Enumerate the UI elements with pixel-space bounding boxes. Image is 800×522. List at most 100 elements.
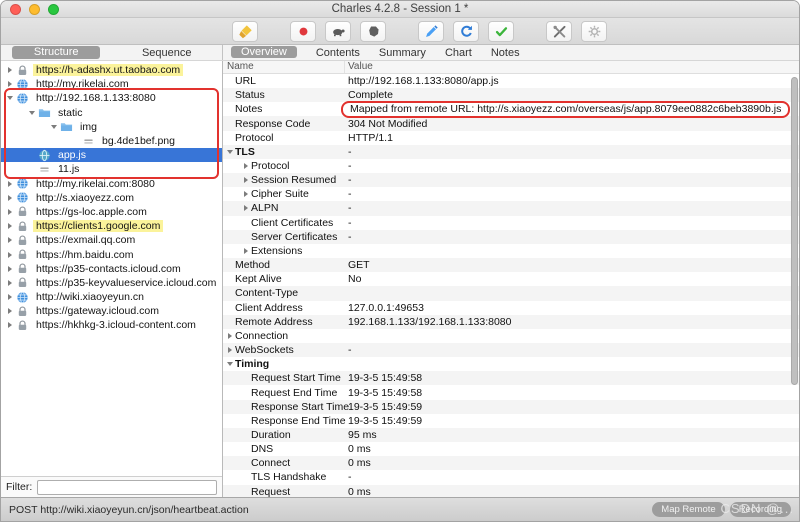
chevron-right-icon[interactable]	[5, 67, 15, 73]
chevron-right-icon[interactable]	[241, 248, 251, 254]
tree-item-https-clients1-google-com[interactable]: https://clients1.google.com	[1, 219, 222, 233]
row-name: Remote Address	[223, 316, 345, 328]
tab-notes[interactable]: Notes	[491, 47, 520, 59]
chevron-right-icon[interactable]	[241, 163, 251, 169]
overview-panel: Name Value URLhttp://192.168.1.133:8080/…	[223, 61, 799, 497]
validate-button[interactable]	[488, 21, 514, 42]
close-button[interactable]	[10, 4, 21, 15]
tab-contents[interactable]: Contents	[316, 47, 360, 59]
row-value: -	[345, 471, 799, 483]
chevron-right-icon[interactable]	[5, 81, 15, 87]
chevron-right-icon[interactable]	[241, 205, 251, 211]
chevron-down-icon[interactable]	[27, 111, 37, 115]
clear-session-button[interactable]	[232, 21, 258, 42]
chevron-right-icon[interactable]	[225, 347, 235, 353]
overview-row-alpn[interactable]: ALPN-	[223, 201, 799, 215]
chevron-down-icon[interactable]	[225, 150, 235, 154]
chevron-right-icon[interactable]	[5, 181, 15, 187]
chevron-right-icon[interactable]	[5, 308, 15, 314]
tree-item-https-p35-keyvalueservice-icloud-com[interactable]: https://p35-keyvalueservice.icloud.com	[1, 276, 222, 290]
minimize-button[interactable]	[29, 4, 40, 15]
overview-row-cipher-suite[interactable]: Cipher Suite-	[223, 187, 799, 201]
row-value: -	[345, 344, 799, 356]
row-name: Status	[223, 89, 345, 101]
chevron-right-icon[interactable]	[241, 177, 251, 183]
chevron-right-icon[interactable]	[5, 280, 15, 286]
zoom-button[interactable]	[48, 4, 59, 15]
tree-item-http-my-rikelai-com[interactable]: http://my.rikelai.com	[1, 77, 222, 91]
tab-chart[interactable]: Chart	[445, 47, 472, 59]
breakpoints-button[interactable]	[360, 21, 386, 42]
folder-icon	[60, 120, 73, 133]
tree-item-http-192-168-1-133-8080[interactable]: http://192.168.1.133:8080	[1, 91, 222, 105]
tab-overview[interactable]: Overview	[231, 46, 297, 59]
settings-button[interactable]	[581, 21, 607, 42]
overview-row-extensions[interactable]: Extensions	[223, 244, 799, 258]
row-name: Notes	[223, 103, 345, 115]
lock-icon	[16, 305, 29, 318]
overview-row-dns: DNS0 ms	[223, 442, 799, 456]
tab-sequence[interactable]: Sequence	[112, 45, 223, 60]
chevron-right-icon[interactable]	[5, 294, 15, 300]
overview-row-protocol[interactable]: Protocol-	[223, 159, 799, 173]
repeat-icon	[459, 24, 474, 39]
folder-icon	[38, 106, 51, 119]
tab-summary[interactable]: Summary	[379, 47, 426, 59]
tree-item-https-gs-loc-apple-com[interactable]: https://gs-loc.apple.com	[1, 205, 222, 219]
chevron-right-icon[interactable]	[225, 333, 235, 339]
tree-item-app-js[interactable]: app.js	[1, 148, 222, 162]
chevron-down-icon[interactable]	[225, 362, 235, 366]
tree-item-https-h-adashx-ut-taobao-com[interactable]: https://h-adashx.ut.taobao.com	[1, 63, 222, 77]
row-value: -	[345, 160, 799, 172]
tree-item-static[interactable]: static	[1, 106, 222, 120]
overview-row-session-resumed[interactable]: Session Resumed-	[223, 173, 799, 187]
overview-row-tls[interactable]: TLS-	[223, 145, 799, 159]
chevron-down-icon[interactable]	[49, 125, 59, 129]
tree-item-http-wiki-xiaoyeyun-cn[interactable]: http://wiki.xiaoyeyun.cn	[1, 290, 222, 304]
chevron-right-icon[interactable]	[5, 195, 15, 201]
tree-item-http-s-xiaoyezz-com[interactable]: http://s.xiaoyezz.com	[1, 191, 222, 205]
tree-item-http-my-rikelai-com-8080[interactable]: http://my.rikelai.com:8080	[1, 177, 222, 191]
chevron-down-icon[interactable]	[5, 96, 15, 100]
overview-row-timing[interactable]: Timing	[223, 357, 799, 371]
row-name: Method	[223, 259, 345, 271]
globe-icon	[16, 92, 29, 105]
tree-item-https-p35-contacts-icloud-com[interactable]: https://p35-contacts.icloud.com	[1, 262, 222, 276]
chevron-right-icon[interactable]	[5, 252, 15, 258]
filter-bar: Filter:	[1, 476, 222, 497]
tree-item-https-hkhkg-3-icloud-content-com[interactable]: https://hkhkg-3.icloud-content.com	[1, 318, 222, 332]
column-header-name: Name	[223, 61, 345, 73]
compose-button[interactable]	[418, 21, 444, 42]
tree-item-https-exmail-qq-com[interactable]: https://exmail.qq.com	[1, 233, 222, 247]
chevron-right-icon[interactable]	[5, 266, 15, 272]
tree-item-11-js[interactable]: 11.js	[1, 162, 222, 176]
overview-row-kept-alive: Kept AliveNo	[223, 272, 799, 286]
record-button[interactable]	[290, 21, 316, 42]
tree-item-https-gateway-icloud-com[interactable]: https://gateway.icloud.com	[1, 304, 222, 318]
chevron-right-icon[interactable]	[241, 191, 251, 197]
scrollbar-thumb[interactable]	[791, 77, 798, 385]
row-name: Timing	[223, 358, 345, 370]
tree-item-label: 11.js	[55, 163, 82, 175]
globe-icon	[16, 78, 29, 91]
tools-button[interactable]	[546, 21, 572, 42]
tree-item-https-hm-baidu-com[interactable]: https://hm.baidu.com	[1, 247, 222, 261]
tree-item-img[interactable]: img	[1, 120, 222, 134]
tree-item-label: static	[55, 107, 86, 119]
overview-row-websockets[interactable]: WebSockets-	[223, 343, 799, 357]
filter-input[interactable]	[37, 480, 217, 495]
charles-window: Charles 4.2.8 - Session 1 * StructureSeq…	[0, 0, 800, 522]
scrollbar-track[interactable]	[789, 75, 798, 495]
lock-icon	[16, 276, 29, 289]
tab-structure[interactable]: Structure	[1, 45, 112, 60]
repeat-button[interactable]	[453, 21, 479, 42]
chevron-right-icon[interactable]	[5, 322, 15, 328]
chevron-right-icon[interactable]	[5, 237, 15, 243]
tree-item-bg-4de1bef-png[interactable]: bg.4de1bef.png	[1, 134, 222, 148]
globe-icon	[16, 177, 29, 190]
throttle-button[interactable]	[325, 21, 351, 42]
chevron-right-icon[interactable]	[5, 209, 15, 215]
chevron-right-icon[interactable]	[5, 223, 15, 229]
overview-row-connection[interactable]: Connection	[223, 329, 799, 343]
tree-item-label: https://exmail.qq.com	[33, 234, 138, 246]
